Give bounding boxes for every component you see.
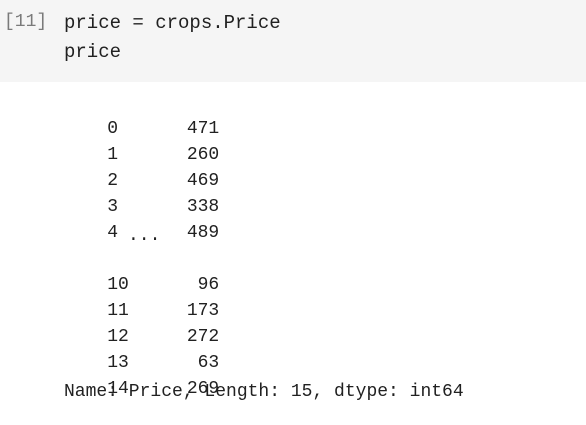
row-value: 489	[186, 223, 220, 243]
code-cell[interactable]: [11] price = crops.Price price	[0, 0, 586, 82]
series-row: 0 471	[64, 93, 219, 139]
series-row: 1 260	[64, 119, 219, 165]
cell-output: 0 471 1 260 2 469 3 338 4 489 ... 10 96 11 173 …	[0, 82, 586, 423]
execution-count: [11]	[4, 12, 48, 32]
series-row: 3 338	[64, 171, 219, 217]
series-row: 2 469	[64, 145, 219, 191]
series-row: 4 489	[64, 197, 219, 243]
series-row: 10 96	[64, 249, 219, 295]
code-line[interactable]: price	[64, 42, 121, 62]
series-row: 13 63	[64, 327, 219, 373]
truncation-ellipsis: ...	[128, 226, 161, 246]
series-row: 12 272	[64, 301, 219, 347]
code-line[interactable]: price = crops.Price	[64, 13, 281, 33]
series-footer: Name: Price, Length: 15, dtype: int64	[64, 382, 464, 402]
series-row: 11 173	[64, 275, 219, 321]
series-row: 14 269	[64, 353, 219, 399]
